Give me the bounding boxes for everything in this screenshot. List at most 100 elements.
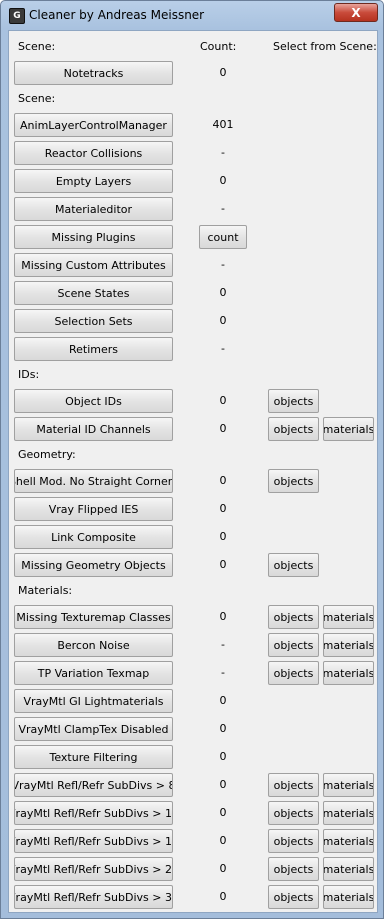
check-button[interactable]: Material ID Channels xyxy=(14,417,173,441)
cleaner-row: Reactor Collisions - xyxy=(9,141,377,165)
count-value: 0 xyxy=(219,502,227,515)
select-objects-button[interactable]: objects xyxy=(268,633,319,657)
check-button[interactable]: Object IDs xyxy=(14,389,173,413)
cleaner-row: Selection Sets 0 xyxy=(9,309,377,333)
check-button[interactable]: Vray Flipped IES xyxy=(14,497,173,521)
select-materials-button[interactable]: materials xyxy=(323,661,374,685)
cleaner-row: Scene States 0 xyxy=(9,281,377,305)
select-objects-button[interactable]: objects xyxy=(268,801,319,825)
count-value: 401 xyxy=(212,118,234,131)
cleaner-row: Link Composite 0 xyxy=(9,525,377,549)
count-value: 0 xyxy=(219,394,227,407)
count-value: 0 xyxy=(219,66,227,79)
cleaner-row: Missing Geometry Objects 0 objects xyxy=(9,553,377,577)
count-value: 0 xyxy=(219,558,227,571)
count-value: 0 xyxy=(219,474,227,487)
count-value: 0 xyxy=(219,722,227,735)
check-button[interactable]: Retimers xyxy=(14,337,173,361)
check-button[interactable]: VrayMtl Refl/Refr SubDivs > 12 xyxy=(14,801,173,825)
check-button[interactable]: VrayMtl Refl/Refr SubDivs > 32 xyxy=(14,885,173,909)
cleaner-row: VrayMtl Refl/Refr SubDivs > 32 0 objects ma… xyxy=(9,885,377,909)
cleaner-row: VrayMtl ClampTex Disabled 0 xyxy=(9,717,377,741)
select-materials-button[interactable]: materials xyxy=(323,801,374,825)
cleaner-window: G Cleaner by Andreas Meissner X Scene: C… xyxy=(0,0,384,919)
check-button[interactable]: VrayMtl Refl/Refr SubDivs > 8 xyxy=(14,773,173,797)
scene-header: Scene: xyxy=(18,40,56,53)
select-objects-button[interactable]: objects xyxy=(268,885,319,909)
check-button[interactable]: TP Variation Texmap xyxy=(14,661,173,685)
select-materials-button[interactable]: materials xyxy=(323,633,374,657)
select-materials-button[interactable]: materials xyxy=(323,773,374,797)
cleaner-row: Object IDs 0 objects xyxy=(9,389,377,413)
cleaner-row: Missing Plugins count xyxy=(9,225,377,249)
select-objects-button[interactable]: objects xyxy=(268,469,319,493)
section-ids: IDs: xyxy=(18,368,40,381)
cleaner-row: VrayMtl Refl/Refr SubDivs > 8 0 objects mat… xyxy=(9,773,377,797)
check-button[interactable]: Selection Sets xyxy=(14,309,173,333)
count-button[interactable]: count xyxy=(199,225,247,249)
check-button[interactable]: Scene States xyxy=(14,281,173,305)
count-value: 0 xyxy=(219,422,227,435)
select-objects-button[interactable]: objects xyxy=(268,857,319,881)
cleaner-row: Missing Texturemap Classes 0 objects materi… xyxy=(9,605,377,629)
select-objects-button[interactable]: objects xyxy=(268,553,319,577)
check-button[interactable]: Notetracks xyxy=(14,61,173,85)
app-icon: G xyxy=(9,8,25,24)
count-value: 0 xyxy=(219,750,227,763)
select-objects-button[interactable]: objects xyxy=(268,829,319,853)
cleaner-row: Material ID Channels 0 objects materials xyxy=(9,417,377,441)
select-materials-button[interactable]: materials xyxy=(323,829,374,853)
count-value: 0 xyxy=(219,610,227,623)
count-value: 0 xyxy=(219,834,227,847)
select-materials-button[interactable]: materials xyxy=(323,857,374,881)
cleaner-row: TP Variation Texmap - objects materials xyxy=(9,661,377,685)
title-bar: G Cleaner by Andreas Meissner X xyxy=(1,1,383,29)
select-objects-button[interactable]: objects xyxy=(268,773,319,797)
close-button[interactable]: X xyxy=(334,3,378,22)
select-materials-button[interactable]: materials xyxy=(323,605,374,629)
window-title: Cleaner by Andreas Meissner xyxy=(29,8,205,22)
check-button[interactable]: AnimLayerControlManager xyxy=(14,113,173,137)
check-button[interactable]: Missing Texturemap Classes xyxy=(14,605,173,629)
check-button[interactable]: VrayMtl ClampTex Disabled xyxy=(14,717,173,741)
cleaner-row: Texture Filtering 0 xyxy=(9,745,377,769)
check-button[interactable]: Empty Layers xyxy=(14,169,173,193)
check-button[interactable]: Link Composite xyxy=(14,525,173,549)
cleaner-row: AnimLayerControlManager 401 xyxy=(9,113,377,137)
cleaner-row: Shell Mod. No Straight Corners 0 objects xyxy=(9,469,377,493)
check-button[interactable]: VrayMtl Refl/Refr SubDivs > 16 xyxy=(14,829,173,853)
count-value: - xyxy=(221,666,225,679)
check-button[interactable]: Bercon Noise xyxy=(14,633,173,657)
check-button[interactable]: Missing Plugins xyxy=(14,225,173,249)
select-objects-button[interactable]: objects xyxy=(268,417,319,441)
count-value: 0 xyxy=(219,806,227,819)
section-materials: Materials: xyxy=(18,584,73,597)
cleaner-row: Notetracks 0 xyxy=(9,61,377,85)
select-objects-button[interactable]: objects xyxy=(268,661,319,685)
check-button[interactable]: Texture Filtering xyxy=(14,745,173,769)
cleaner-panel: Scene: Count: Select from Scene: Scene: … xyxy=(8,30,378,913)
check-button[interactable]: Missing Geometry Objects xyxy=(14,553,173,577)
check-button[interactable]: VrayMtl GI Lightmaterials xyxy=(14,689,173,713)
select-materials-button[interactable]: materials xyxy=(323,417,374,441)
count-value: 0 xyxy=(219,694,227,707)
count-value: - xyxy=(221,342,225,355)
count-value: - xyxy=(221,202,225,215)
check-button[interactable]: Shell Mod. No Straight Corners xyxy=(14,469,173,493)
select-objects-button[interactable]: objects xyxy=(268,389,319,413)
count-value: 0 xyxy=(219,314,227,327)
count-value: 0 xyxy=(219,890,227,903)
check-button[interactable]: Materialeditor xyxy=(14,197,173,221)
select-materials-button[interactable]: materials xyxy=(323,885,374,909)
check-button[interactable]: VrayMtl Refl/Refr SubDivs > 24 xyxy=(14,857,173,881)
cleaner-row: Bercon Noise - objects materials xyxy=(9,633,377,657)
check-button[interactable]: Reactor Collisions xyxy=(14,141,173,165)
count-value: 0 xyxy=(219,530,227,543)
section-scene: Scene: xyxy=(18,92,56,105)
cleaner-row: VrayMtl Refl/Refr SubDivs > 16 0 objects ma… xyxy=(9,829,377,853)
count-value: 0 xyxy=(219,174,227,187)
check-button[interactable]: Missing Custom Attributes xyxy=(14,253,173,277)
cleaner-row: Vray Flipped IES 0 xyxy=(9,497,377,521)
select-objects-button[interactable]: objects xyxy=(268,605,319,629)
cleaner-row: VrayMtl GI Lightmaterials 0 xyxy=(9,689,377,713)
